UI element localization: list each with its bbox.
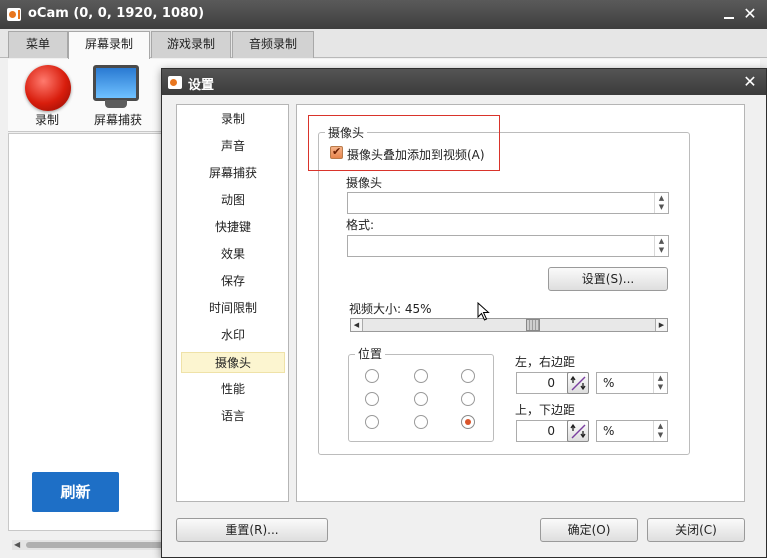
- nav-item-effects[interactable]: 效果: [181, 244, 285, 265]
- format-spinner-icon[interactable]: ▲ ▼: [654, 236, 668, 256]
- tab-game-record[interactable]: 游戏录制: [151, 31, 231, 58]
- nav-item-screen-capture[interactable]: 屏幕捕获: [181, 163, 285, 184]
- camera-label: 摄像头: [346, 176, 383, 190]
- nav-item-webcam[interactable]: 摄像头: [181, 352, 285, 373]
- position-middle-right-radio[interactable]: [461, 392, 475, 406]
- scroll-thumb[interactable]: [26, 542, 164, 548]
- tab-audio-record[interactable]: 音频录制: [232, 31, 314, 58]
- tb-unit-value: %: [603, 424, 615, 438]
- position-bottom-center-radio[interactable]: [414, 415, 428, 429]
- nav-item-sound[interactable]: 声音: [181, 136, 285, 157]
- nav-item-gif[interactable]: 动图: [181, 190, 285, 211]
- format-label: 格式:: [346, 218, 375, 232]
- position-top-right-radio[interactable]: [461, 369, 475, 383]
- nav-item-save[interactable]: 保存: [181, 271, 285, 292]
- position-group-title: 位置: [355, 345, 386, 362]
- position-middle-left-radio[interactable]: [365, 392, 379, 406]
- overlay-webcam-label[interactable]: 摄像头叠加添加到视频(A): [347, 146, 485, 163]
- camera-select[interactable]: ▲ ▼: [347, 192, 669, 214]
- lr-unit-select[interactable]: % ▲ ▼: [596, 372, 668, 394]
- tb-unit-spinner-icon[interactable]: ▲ ▼: [653, 421, 667, 441]
- screen-capture-label[interactable]: 屏幕捕获: [88, 111, 148, 128]
- position-bottom-right-radio[interactable]: [461, 415, 475, 429]
- ok-button[interactable]: 确定(O): [540, 518, 638, 542]
- main-horizontal-scrollbar[interactable]: ◀: [12, 540, 164, 550]
- tab-screen-record[interactable]: 屏幕录制: [68, 31, 150, 59]
- position-middle-center-radio[interactable]: [414, 392, 428, 406]
- tb-margin-input[interactable]: 0: [516, 420, 572, 442]
- lr-link-toggle-icon[interactable]: [567, 372, 589, 394]
- tb-unit-select[interactable]: % ▲ ▼: [596, 420, 668, 442]
- position-top-center-radio[interactable]: [414, 369, 428, 383]
- format-select[interactable]: ▲ ▼: [347, 235, 669, 257]
- monitor-icon[interactable]: [93, 65, 139, 101]
- main-window-title: oCam (0, 0, 1920, 1080): [28, 6, 205, 21]
- position-bottom-left-radio[interactable]: [365, 415, 379, 429]
- record-icon[interactable]: [25, 65, 71, 111]
- tb-margin-value: 0: [547, 424, 555, 438]
- lr-unit-value: %: [603, 376, 615, 390]
- position-top-left-radio[interactable]: [365, 369, 379, 383]
- overlay-webcam-checkbox[interactable]: [330, 145, 343, 159]
- minimize-button[interactable]: [720, 5, 738, 23]
- webcam-settings-button[interactable]: 设置(S)...: [548, 267, 668, 291]
- refresh-button[interactable]: 刷新: [32, 472, 119, 512]
- slider-thumb[interactable]: [526, 319, 541, 331]
- main-titlebar: oCam (0, 0, 1920, 1080) ✕: [0, 0, 767, 29]
- nav-item-record[interactable]: 录制: [181, 109, 285, 130]
- tb-link-toggle-icon[interactable]: [567, 420, 589, 442]
- dialog-titlebar: 设置 ✕: [162, 69, 766, 95]
- nav-item-hotkeys[interactable]: 快捷键: [181, 217, 285, 238]
- lr-margin-value: 0: [547, 376, 555, 390]
- camera-spinner-icon[interactable]: ▲ ▼: [654, 193, 668, 213]
- record-label[interactable]: 录制: [22, 111, 72, 128]
- video-size-slider[interactable]: ◀ ▶: [350, 318, 668, 332]
- slider-left-arrow-icon[interactable]: ◀: [351, 319, 363, 331]
- video-size-label: 视频大小: 45%: [349, 302, 432, 316]
- reset-button[interactable]: 重置(R)...: [176, 518, 328, 542]
- tb-margin-label: 上，下边距: [515, 403, 576, 417]
- close-button[interactable]: 关闭(C): [647, 518, 745, 542]
- dialog-close-button[interactable]: ✕: [740, 72, 760, 92]
- slider-right-arrow-icon[interactable]: ▶: [655, 319, 667, 331]
- lr-unit-spinner-icon[interactable]: ▲ ▼: [653, 373, 667, 393]
- ocam-app-icon: [168, 76, 182, 89]
- scroll-left-arrow-icon[interactable]: ◀: [14, 540, 20, 550]
- nav-item-performance[interactable]: 性能: [181, 379, 285, 400]
- lr-margin-label: 左，右边距: [515, 355, 576, 369]
- main-tab-bar: 菜单 屏幕录制 游戏录制 音频录制: [0, 29, 767, 59]
- main-close-button[interactable]: ✕: [741, 5, 759, 23]
- nav-item-time-limit[interactable]: 时间限制: [181, 298, 285, 319]
- mouse-cursor-icon: [477, 302, 490, 321]
- settings-dialog: 设置 ✕ 录制 声音 屏幕捕获 动图 快捷键 效果 保存 时间限制 水印 摄像头…: [161, 68, 767, 558]
- nav-item-language[interactable]: 语言: [181, 406, 285, 427]
- lr-margin-input[interactable]: 0: [516, 372, 572, 394]
- tab-menu[interactable]: 菜单: [8, 31, 68, 58]
- settings-nav: 录制 声音 屏幕捕获 动图 快捷键 效果 保存 时间限制 水印 摄像头 性能 语…: [176, 104, 289, 502]
- monitor-stand: [105, 100, 127, 108]
- ocam-app-icon: [7, 8, 21, 21]
- dialog-title: 设置: [188, 78, 215, 93]
- nav-item-watermark[interactable]: 水印: [181, 325, 285, 346]
